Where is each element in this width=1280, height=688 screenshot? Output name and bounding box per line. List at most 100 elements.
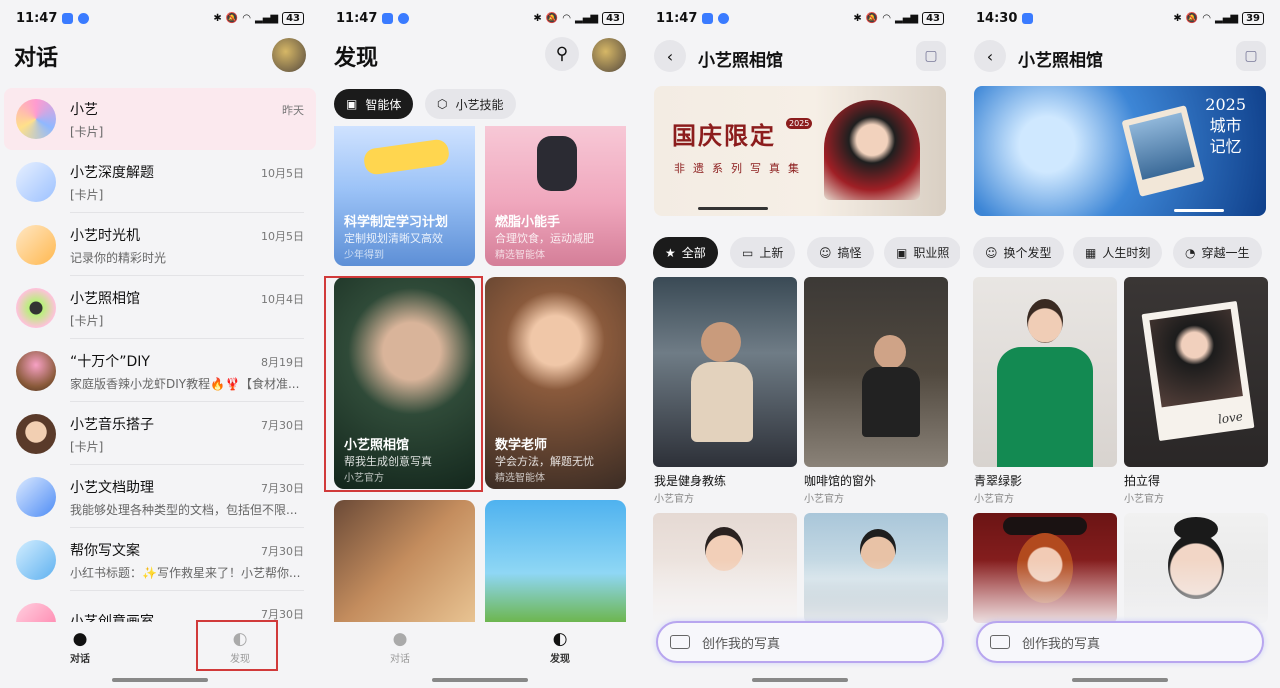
chip-life-moments[interactable]: ▦ 人生时刻 <box>1073 237 1163 268</box>
search-icon: ⚲ <box>555 44 569 64</box>
status-bar: 14:30 ✱ 🔕 ◠ ▂▄▆ 39 <box>960 0 1280 36</box>
chat-item[interactable]: 小艺音乐搭子 [卡片] 7月30日 <box>4 403 316 465</box>
signal-icon: ▂▄▆ <box>895 12 919 24</box>
time-travel-icon: ◔ <box>1185 245 1196 260</box>
bluetooth-icon: ✱ <box>853 12 862 24</box>
funny-icon: ☺ <box>819 245 832 260</box>
banner[interactable]: 国庆限定 2025 非遗系列写真集 <box>654 86 946 216</box>
hair-icon: ☺ <box>985 245 998 260</box>
highlight-box <box>196 620 278 671</box>
battery-icon: 39 <box>1242 11 1264 25</box>
back-icon: ‹ <box>986 46 994 66</box>
chat-item[interactable]: 小艺时光机 记录你的精彩时光 10月5日 <box>4 214 316 276</box>
bluetooth-icon: ✱ <box>213 12 222 24</box>
signal-icon: ▂▄▆ <box>1215 12 1239 24</box>
chat-icon: ● <box>392 629 408 649</box>
tab-label: 对话 <box>70 654 90 665</box>
chat-preview: [卡片] <box>70 439 104 454</box>
photo-caption: 拍立得 <box>1124 474 1161 488</box>
chat-name: 小艺 <box>70 101 98 118</box>
pill-label: 小艺技能 <box>455 97 504 112</box>
banner-sub: 非遗系列写真集 <box>674 162 807 175</box>
photo-credit: 小艺官方 <box>974 494 1014 505</box>
photo-card[interactable]: love <box>1124 277 1268 467</box>
polaroid-text: love <box>1217 409 1244 427</box>
back-icon: ‹ <box>666 46 674 66</box>
chat-preview: 家庭版香辣小龙虾DIY教程🔥🦞【食材准... <box>70 376 300 391</box>
card-subtitle: 合理饮食，运动减肥 <box>495 232 594 245</box>
photo-studio-screen: 11:47 ✱ 🔕 ◠ ▂▄▆ 43 ‹ 小艺照相馆 ▢ 国庆限定 2025 非遗系列写… <box>640 0 960 688</box>
status-bar: 11:47 ✱ 🔕 ◠ ▂▄▆ 43 <box>640 0 960 36</box>
chat-time: 7月30日 <box>261 545 304 558</box>
chat-time: 昨天 <box>282 104 304 117</box>
my-gallery-button[interactable]: ▢ <box>916 41 946 71</box>
bluetooth-icon: ✱ <box>1173 12 1182 24</box>
pill-agents[interactable]: ▣ 智能体 <box>334 89 414 119</box>
chip-new[interactable]: ▭ 上新 <box>730 237 796 268</box>
notification-icon <box>62 12 74 24</box>
my-gallery-button[interactable]: ▢ <box>1236 41 1266 71</box>
photo-caption: 我是健身教练 <box>654 474 727 488</box>
tab-chat[interactable]: ● 对话 <box>50 628 110 665</box>
message-icon <box>398 12 410 24</box>
pill-skills[interactable]: ⬡ 小艺技能 <box>425 89 516 119</box>
photo-credit: 小艺官方 <box>804 494 844 505</box>
card-title: 数学老师 <box>495 438 548 453</box>
chip-funny[interactable]: ☺ 搞怪 <box>807 237 874 268</box>
tab-discover[interactable]: ◐ 发现 <box>530 628 590 665</box>
photo-card[interactable] <box>804 277 948 467</box>
back-button[interactable]: ‹ <box>654 40 686 72</box>
chip-all[interactable]: ★ 全部 <box>653 237 718 268</box>
banner-line3: 记忆 <box>1209 137 1242 156</box>
user-avatar[interactable] <box>592 38 626 72</box>
chat-item[interactable]: 小艺 [卡片] 昨天 <box>4 88 316 150</box>
chip-through-life[interactable]: ◔ 穿越一生 <box>1173 237 1262 268</box>
agent-card[interactable] <box>485 500 626 622</box>
wifi-icon: ◠ <box>1202 12 1211 24</box>
agent-card[interactable]: 燃脂小能手 合理饮食，运动减肥 精选智能体 <box>485 126 626 266</box>
agent-card[interactable]: 数学老师 学会方法，解题无忧 精选智能体 <box>485 277 626 489</box>
chat-item[interactable]: “十万个”DIY 家庭版香辣小龙虾DIY教程🔥🦞【食材准... 8月19日 <box>4 340 316 402</box>
agent-card[interactable] <box>334 500 475 622</box>
tab-chat[interactable]: ● 对话 <box>370 628 430 665</box>
chip-label: 上新 <box>759 246 784 260</box>
status-bar: 11:47 ✱ 🔕 ◠ ▂▄▆ 43 <box>0 0 320 36</box>
photo-credit: 小艺官方 <box>654 494 694 505</box>
card-title: 科学制定学习计划 <box>344 215 449 230</box>
user-avatar[interactable] <box>272 38 306 72</box>
banner[interactable]: 2025 城市 记忆 <box>974 86 1266 216</box>
chat-preview: [卡片] <box>70 124 104 139</box>
chat-list-screen: 11:47 ✱ 🔕 ◠ ▂▄▆ 43 对话 小艺 [卡片] 昨天 小艺深度解题 [卡片] 1… <box>0 0 320 688</box>
mute-icon: 🔕 <box>545 12 559 24</box>
bluetooth-icon: ✱ <box>533 12 542 24</box>
photo-card[interactable] <box>973 277 1117 467</box>
status-bar: 11:47 ✱ 🔕 ◠ ▂▄▆ 43 <box>320 0 640 36</box>
mute-icon: 🔕 <box>865 12 879 24</box>
create-portrait-input[interactable]: 创作我的写真 <box>976 621 1264 663</box>
page-title: 小艺照相馆 <box>1018 51 1103 71</box>
back-button[interactable]: ‹ <box>974 40 1006 72</box>
chat-item[interactable]: 帮你写文案 小红书标题：✨写作救星来了！小艺帮你... 7月30日 <box>4 529 316 591</box>
chip-professional[interactable]: ▣ 职业照 <box>884 237 960 268</box>
message-icon <box>78 12 90 24</box>
agent-card[interactable]: 科学制定学习计划 定制规划清晰又高效 少年得到 <box>334 126 475 266</box>
calendar-icon: ▦ <box>1085 245 1097 260</box>
chat-item[interactable]: 小艺深度解题 [卡片] 10月5日 <box>4 151 316 213</box>
chat-item[interactable]: 小艺照相馆 [卡片] 10月4日 <box>4 277 316 339</box>
new-icon: ▭ <box>742 245 754 260</box>
chip-hairstyle[interactable]: ☺ 换个发型 <box>973 237 1064 268</box>
bottom-tab-bar: ● 对话 ◐ 发现 <box>320 622 640 688</box>
pill-label: 智能体 <box>365 97 402 112</box>
search-button[interactable]: ⚲ <box>545 37 579 71</box>
chip-label: 搞怪 <box>837 246 862 260</box>
status-time: 11:47 <box>336 10 378 26</box>
photo-card[interactable] <box>653 277 797 467</box>
agent-icon: ▣ <box>346 97 358 111</box>
card-title: 燃脂小能手 <box>495 215 561 230</box>
mute-icon: 🔕 <box>1185 12 1199 24</box>
chat-item[interactable]: 小艺文档助理 我能够处理各种类型的文档，包括但不限... 7月30日 <box>4 466 316 528</box>
tab-label: 对话 <box>390 654 410 665</box>
highlight-box <box>324 276 483 492</box>
create-portrait-input[interactable]: 创作我的写真 <box>656 621 944 663</box>
keyboard-icon <box>670 635 690 649</box>
